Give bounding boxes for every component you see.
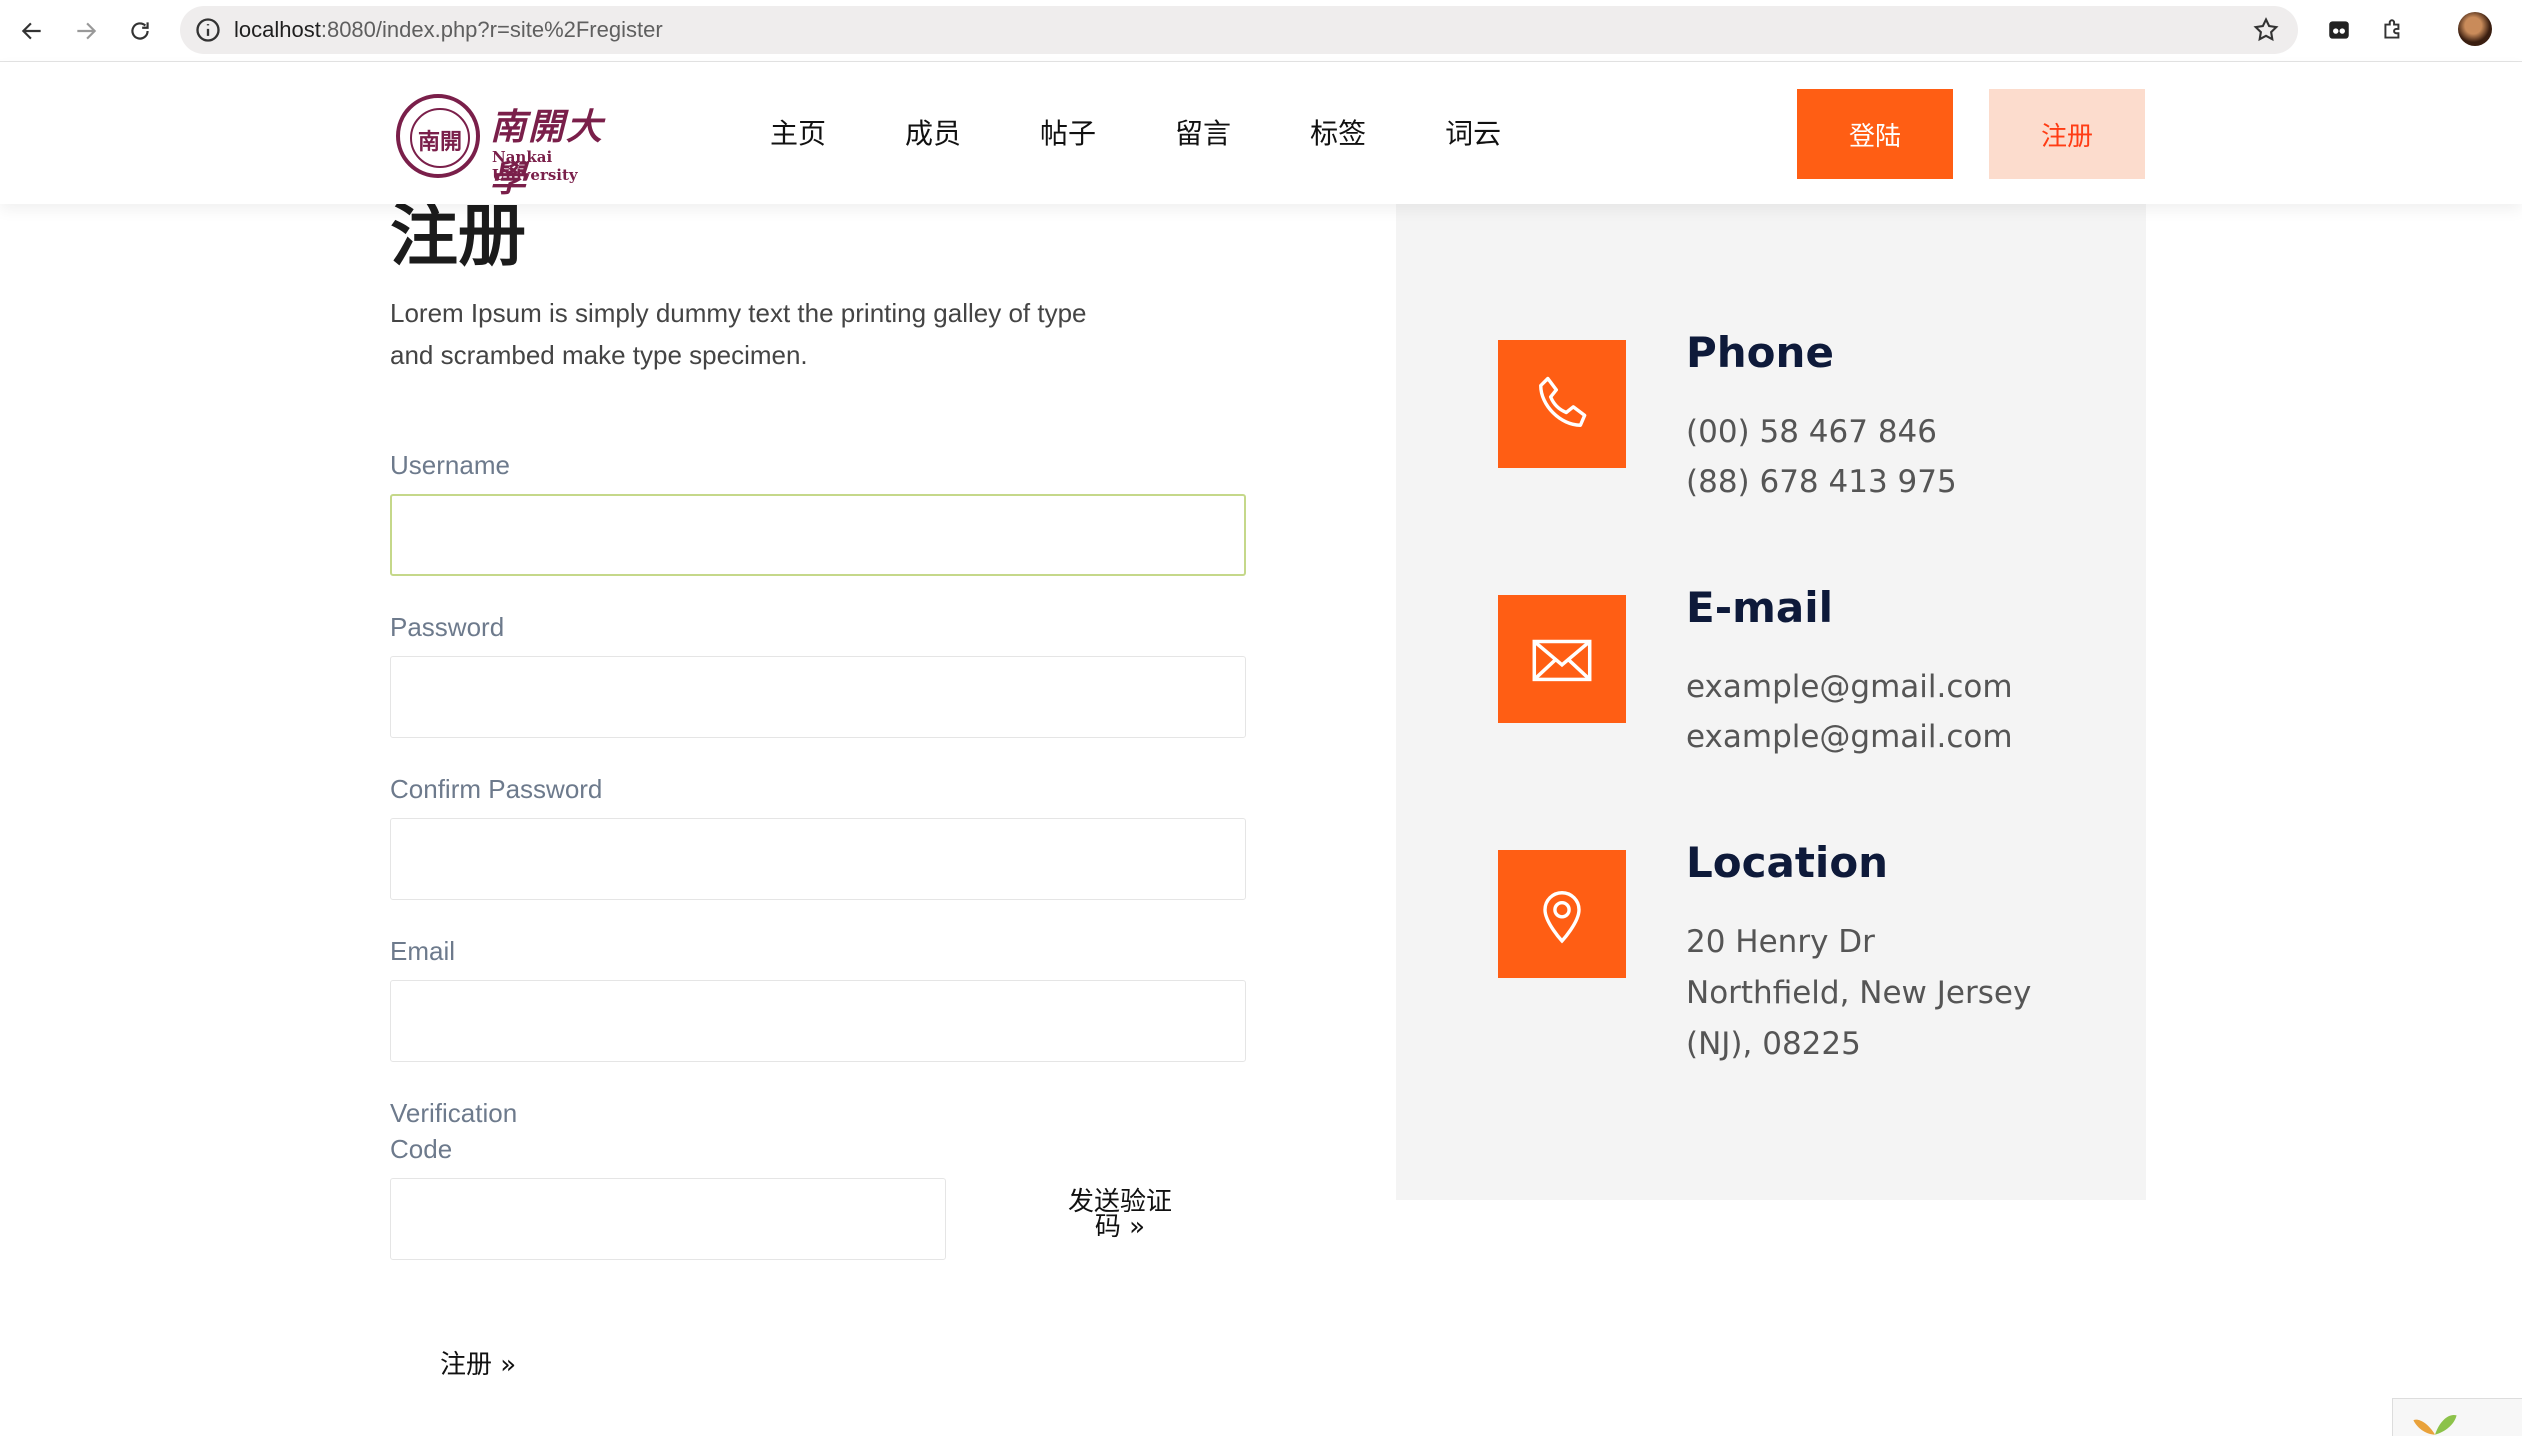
verification-label-line2: Code [390,1134,453,1164]
nav-messages[interactable]: 留言 [1175,112,1231,152]
send-code-label-line2: 码 » [1094,1212,1146,1242]
phone-number-1: (00) 58 467 846 [1686,414,1937,450]
address-bar[interactable]: localhost:8080/index.php?r=site%2Fregist… [180,6,2298,54]
phone-number-2: (88) 678 413 975 [1686,464,1957,500]
back-arrow-icon [21,22,41,40]
forward-button[interactable] [66,11,106,51]
confirm-password-label: Confirm Password [390,774,603,804]
profile-avatar[interactable] [2458,12,2492,46]
corner-widget[interactable] [2392,1398,2522,1436]
logo-english-name: Nankai University [492,148,578,184]
verification-label-line1: Verification [390,1098,518,1128]
email-title: E-mail [1686,583,1834,632]
address-line-2: Northfield, New Jersey [1686,975,2032,1011]
nav-members[interactable]: 成员 [905,112,961,152]
address-line-3: (NJ), 08225 [1686,1026,1861,1062]
site-info-icon[interactable] [194,16,222,44]
address-line-1: 20 Henry Dr [1686,924,1875,960]
url-text: localhost:8080/index.php?r=site%2Fregist… [234,17,663,43]
email-input[interactable] [390,980,1246,1062]
intro-text: Lorem Ipsum is simply dummy text the pri… [390,298,1087,370]
phone-icon [1498,340,1626,468]
leaf-icon [2413,1414,2457,1435]
phone-title: Phone [1686,328,1834,377]
back-button[interactable] [12,11,52,51]
nav-home[interactable]: 主页 [770,112,826,152]
username-input[interactable] [390,494,1246,576]
bookmark-star-icon[interactable] [2252,16,2280,44]
password-input[interactable] [390,656,1246,738]
username-label: Username [390,450,510,480]
puzzle-extensions-icon[interactable] [2376,13,2410,47]
email-address-2: example@gmail.com [1686,719,2013,755]
location-title: Location [1686,838,1889,887]
browser-toolbar: localhost:8080/index.php?r=site%2Fregist… [0,0,2522,62]
login-button[interactable]: 登陆 [1797,89,1953,179]
envelope-icon [1498,595,1626,723]
submit-register-button[interactable]: 注册 » [440,1344,516,1381]
nav-tags[interactable]: 标签 [1310,112,1366,152]
extension-icon[interactable] [2322,13,2356,47]
email-address-1: example@gmail.com [1686,669,2013,705]
password-label: Password [390,612,505,642]
location-pin-icon [1498,850,1626,978]
university-seal-icon: 南開 [396,94,480,178]
nankai-logo[interactable]: 南開 南開大學 Nankai University [394,90,624,200]
verification-code-input[interactable] [390,1178,946,1260]
url-path: :8080/index.php?r=site%2Fregister [320,17,663,42]
url-host: localhost [234,17,321,42]
send-code-button[interactable]: 发送验证 码 » [1060,1189,1180,1242]
nav-posts[interactable]: 帖子 [1040,112,1096,152]
email-label: Email [390,936,456,966]
forward-arrow-icon [77,22,97,40]
nav-wordcloud[interactable]: 词云 [1445,112,1501,152]
reload-icon [131,22,149,40]
register-button[interactable]: 注册 [1989,89,2145,179]
contact-info-panel: Phone (00) 58 467 846 (88) 678 413 975 E… [1396,204,2146,1200]
reload-button[interactable] [120,11,160,51]
main-nav: 主页 成员 帖子 留言 标签 词云 [770,112,1580,152]
confirm-password-input[interactable] [390,818,1246,900]
site-header: 南開 南開大學 Nankai University 主页 成员 帖子 留言 标签… [0,62,2522,204]
